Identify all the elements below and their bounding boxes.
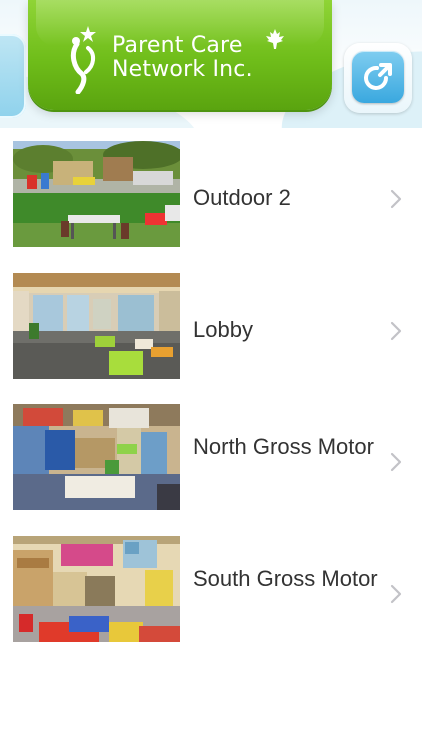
share-button-frame xyxy=(344,43,412,113)
left-tab xyxy=(0,34,26,118)
share-icon xyxy=(364,63,392,90)
room-list: Outdoor 2 Lobby North Gross Motor South … xyxy=(0,132,422,658)
list-item[interactable]: North Gross Motor xyxy=(0,395,422,527)
brand-banner: Parent Care Network Inc. xyxy=(28,0,332,110)
brand-name: Parent Care Network Inc. xyxy=(112,34,253,82)
chevron-right-icon xyxy=(390,321,402,340)
list-item[interactable]: Lobby xyxy=(0,264,422,396)
app-header: Parent Care Network Inc. xyxy=(0,0,422,128)
room-title: North Gross Motor xyxy=(193,434,374,459)
room-title: South Gross Motor xyxy=(193,565,378,591)
list-item[interactable]: South Gross Motor xyxy=(0,527,422,659)
room-title: Lobby xyxy=(193,316,253,342)
parent-child-figure-icon xyxy=(70,26,96,94)
brand-line-2: Network Inc. xyxy=(112,57,253,82)
share-button[interactable] xyxy=(352,51,404,103)
playground-photo xyxy=(13,141,180,247)
lobby-photo xyxy=(13,272,180,379)
chevron-right-icon xyxy=(390,452,402,472)
north-gross-motor-photo xyxy=(13,404,180,510)
brand-line-1: Parent Care xyxy=(112,33,243,58)
chevron-right-icon xyxy=(390,584,402,603)
list-item[interactable]: Outdoor 2 xyxy=(0,132,422,264)
chevron-right-icon xyxy=(390,189,402,209)
room-title: Outdoor 2 xyxy=(193,185,291,210)
maple-leaf-icon xyxy=(266,29,284,49)
south-gross-motor-photo xyxy=(13,535,180,642)
